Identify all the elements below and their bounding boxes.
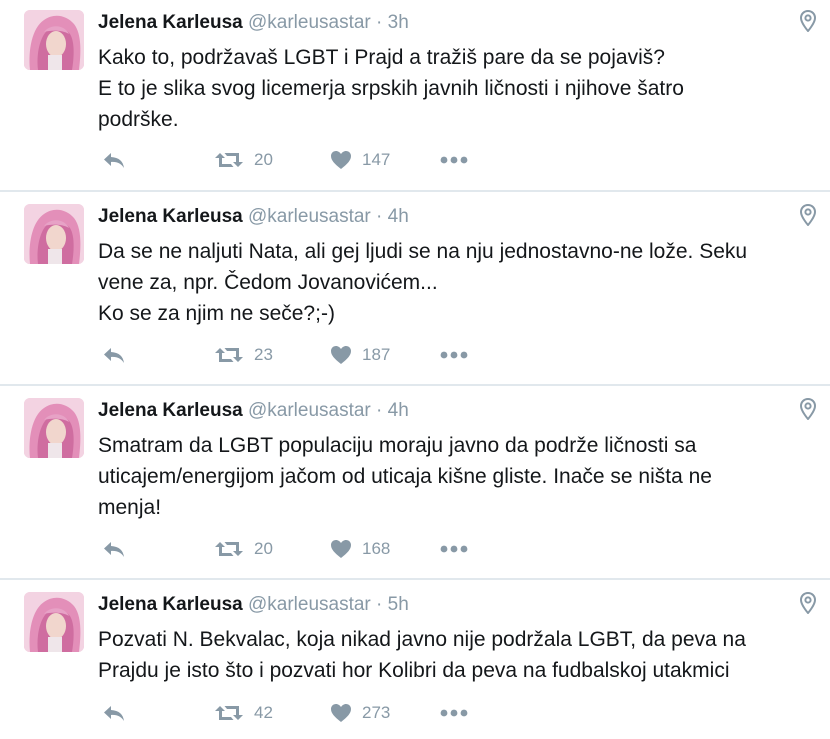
tweet-actions: 23 187	[98, 343, 498, 367]
more-dots-icon	[440, 156, 468, 164]
separator-dot: ·	[376, 400, 383, 421]
separator-dot: ·	[376, 594, 383, 615]
separator-dot: ·	[376, 206, 383, 227]
retweet-button[interactable]: 23	[214, 343, 273, 367]
location-pin-icon[interactable]	[799, 591, 817, 615]
tweet[interactable]: Jelena Karleusa @karleusastar · 3h Kako t…	[0, 0, 830, 190]
more-dots-icon	[440, 351, 468, 359]
tweet-actions: 20 168	[98, 537, 498, 561]
author-name[interactable]: Jelena Karleusa	[98, 12, 243, 33]
more-button[interactable]	[440, 701, 468, 725]
author-name[interactable]: Jelena Karleusa	[98, 594, 243, 615]
retweet-icon	[214, 539, 244, 559]
author-handle[interactable]: @karleusastar	[248, 12, 371, 33]
reply-button[interactable]	[102, 701, 126, 725]
location-pin-icon[interactable]	[799, 9, 817, 33]
avatar[interactable]	[24, 592, 84, 652]
like-button[interactable]: 147	[330, 148, 390, 172]
reply-icon	[102, 150, 126, 170]
avatar[interactable]	[24, 398, 84, 458]
tweet-text-line: Pozvati N. Bekvalac, koja nikad javno ni…	[98, 628, 746, 651]
tweet-text-line: Da se ne naljuti Nata, ali gej ljudi se …	[98, 240, 748, 263]
tweet-divider	[0, 578, 830, 580]
like-count: 273	[362, 703, 391, 722]
more-dots-icon	[440, 709, 468, 717]
tweet-text: Da se ne naljuti Nata, ali gej ljudi se …	[98, 236, 818, 329]
retweet-button[interactable]: 42	[214, 701, 273, 725]
reply-button[interactable]	[102, 343, 126, 367]
more-button[interactable]	[440, 343, 468, 367]
tweet-text-line: podrške.	[98, 108, 179, 131]
tweet-text-line: vene za, npr. Čedom Jovanovićem...	[98, 271, 438, 294]
tweet-header: Jelena Karleusa @karleusastar · 3h	[98, 12, 409, 34]
tweet-text-line: E to je slika svog licemerja srpskih jav…	[98, 77, 684, 100]
heart-icon	[330, 150, 352, 170]
tweet-header: Jelena Karleusa @karleusastar · 5h	[98, 594, 409, 616]
more-button[interactable]	[440, 537, 468, 561]
tweet-text-line: Kako to, podržavaš LGBT i Prajd a tražiš…	[98, 46, 665, 69]
tweet-feed: Jelena Karleusa @karleusastar · 3h Kako t…	[0, 0, 830, 739]
like-count: 187	[362, 345, 391, 364]
author-name[interactable]: Jelena Karleusa	[98, 206, 243, 227]
tweet-header: Jelena Karleusa @karleusastar · 4h	[98, 206, 409, 228]
tweet-divider	[0, 190, 830, 192]
reply-button[interactable]	[102, 537, 126, 561]
heart-icon	[330, 539, 352, 559]
like-count: 168	[362, 539, 391, 558]
location-pin-icon[interactable]	[799, 203, 817, 227]
timestamp[interactable]: 4h	[388, 400, 409, 421]
author-handle[interactable]: @karleusastar	[248, 206, 371, 227]
retweet-icon	[214, 703, 244, 723]
retweet-count: 20	[254, 539, 273, 558]
tweet-actions: 42 273	[98, 701, 498, 725]
tweet-text-line: Prajdu je isto što i pozvati hor Kolibri…	[98, 659, 730, 682]
tweet-text-line: Smatram da LGBT populaciju moraju javno …	[98, 434, 697, 457]
timestamp[interactable]: 4h	[388, 206, 409, 227]
tweet-divider	[0, 384, 830, 386]
reply-icon	[102, 539, 126, 559]
heart-icon	[330, 345, 352, 365]
author-handle[interactable]: @karleusastar	[248, 400, 371, 421]
like-button[interactable]: 187	[330, 343, 390, 367]
author-handle[interactable]: @karleusastar	[248, 594, 371, 615]
tweet-text-line: menja!	[98, 496, 162, 519]
location-pin-icon[interactable]	[799, 397, 817, 421]
avatar[interactable]	[24, 204, 84, 264]
tweet-text: Smatram da LGBT populaciju moraju javno …	[98, 430, 818, 523]
tweet[interactable]: Jelena Karleusa @karleusastar · 5h Pozvat…	[0, 582, 830, 739]
retweet-button[interactable]: 20	[214, 537, 273, 561]
avatar[interactable]	[24, 10, 84, 70]
timestamp[interactable]: 3h	[388, 12, 409, 33]
tweet-header: Jelena Karleusa @karleusastar · 4h	[98, 400, 409, 422]
retweet-button[interactable]: 20	[214, 148, 273, 172]
author-name[interactable]: Jelena Karleusa	[98, 400, 243, 421]
tweet-text: Pozvati N. Bekvalac, koja nikad javno ni…	[98, 624, 818, 686]
tweet-actions: 20 147	[98, 148, 498, 172]
tweet-text: Kako to, podržavaš LGBT i Prajd a tražiš…	[98, 42, 818, 135]
timestamp[interactable]: 5h	[388, 594, 409, 615]
tweet[interactable]: Jelena Karleusa @karleusastar · 4h Da se …	[0, 194, 830, 384]
like-count: 147	[362, 150, 391, 169]
tweet-text-line: Ko se za njim ne seče?;-)	[98, 302, 335, 325]
tweet[interactable]: Jelena Karleusa @karleusastar · 4h Smatra…	[0, 388, 830, 578]
reply-icon	[102, 703, 126, 723]
retweet-icon	[214, 345, 244, 365]
retweet-icon	[214, 150, 244, 170]
retweet-count: 20	[254, 150, 273, 169]
more-button[interactable]	[440, 148, 468, 172]
heart-icon	[330, 703, 352, 723]
more-dots-icon	[440, 545, 468, 553]
retweet-count: 23	[254, 345, 273, 364]
separator-dot: ·	[376, 12, 383, 33]
retweet-count: 42	[254, 703, 273, 722]
like-button[interactable]: 168	[330, 537, 390, 561]
tweet-text-line: uticajem/energijom jačom od uticaja kišn…	[98, 465, 712, 488]
reply-button[interactable]	[102, 148, 126, 172]
like-button[interactable]: 273	[330, 701, 390, 725]
reply-icon	[102, 345, 126, 365]
